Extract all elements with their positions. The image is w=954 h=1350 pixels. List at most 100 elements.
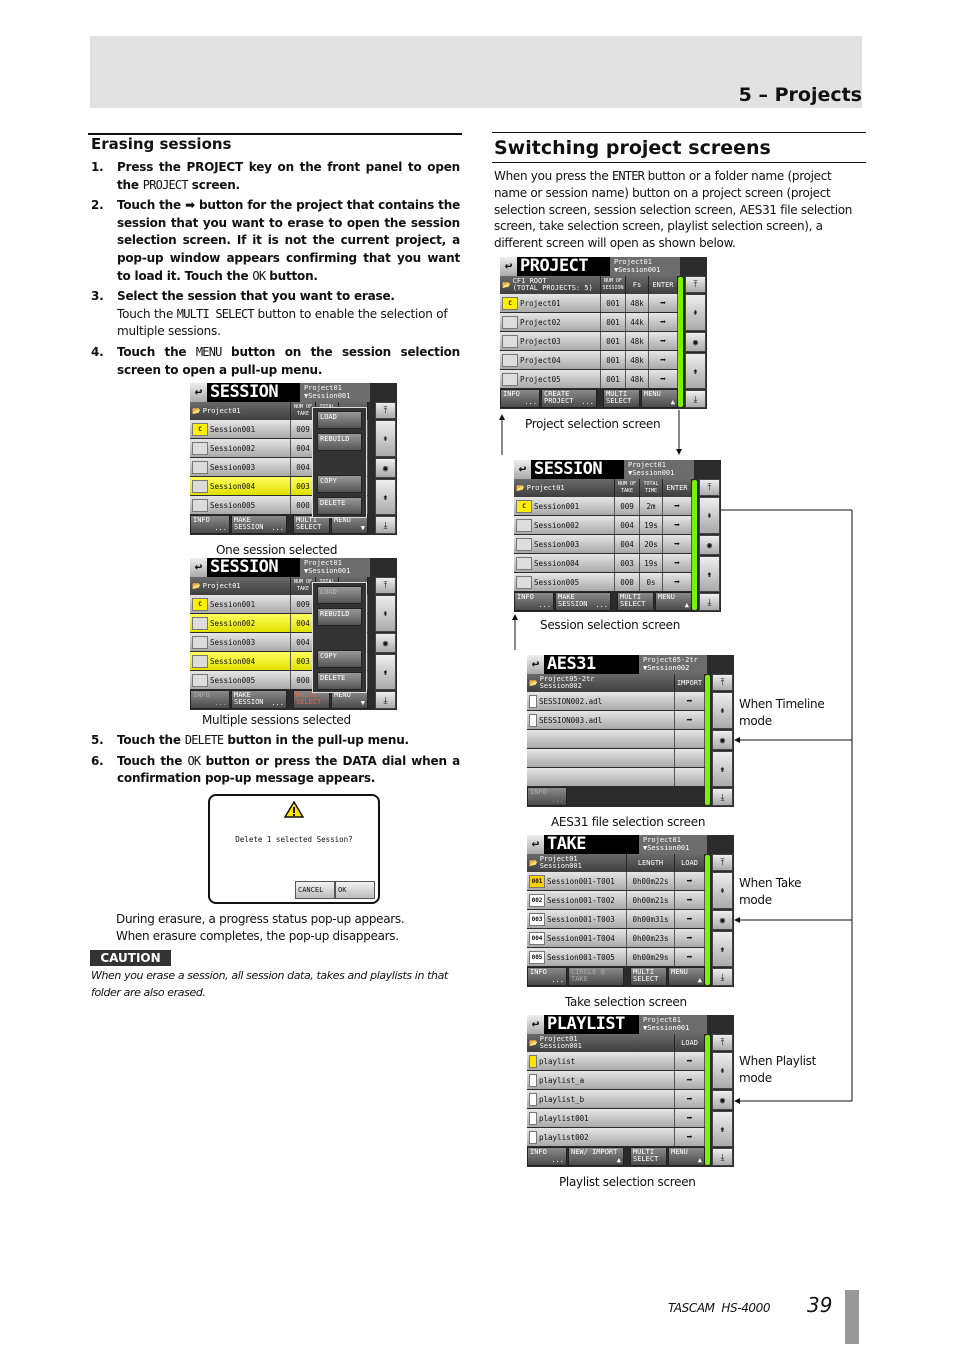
scroll-dial-icon[interactable]: ◉	[685, 332, 706, 352]
scroll-top-icon[interactable]: ⤒	[712, 1034, 733, 1051]
list-item[interactable]: Session005	[190, 671, 291, 689]
info-button[interactable]: INFO...	[527, 787, 567, 806]
page-up-icon[interactable]: ⇞	[375, 420, 396, 457]
page-down-icon[interactable]: ⇟	[712, 751, 733, 787]
page-down-icon[interactable]: ⇟	[712, 1111, 733, 1147]
right-arrow-icon[interactable]: ➡	[675, 872, 705, 890]
current-project-session[interactable]: Project01 ▼Session001	[610, 257, 680, 276]
back-icon[interactable]: ↩	[500, 257, 517, 276]
list-cell[interactable]	[675, 749, 705, 767]
new-import-button[interactable]: NEW/ IMPORT ▲	[568, 1147, 624, 1166]
page-down-icon[interactable]: ⇟	[685, 353, 706, 389]
list-item[interactable]: 002 Session001-T002	[527, 891, 627, 909]
list-item[interactable]: Session005	[514, 573, 615, 591]
menu-button[interactable]: MENU ▲	[655, 592, 692, 611]
current-project-session[interactable]: Project05-2tr ▼Session002	[639, 655, 707, 674]
right-arrow-icon[interactable]: ➡	[663, 554, 692, 572]
scroll-top-icon[interactable]: ⤒	[375, 577, 396, 594]
info-button[interactable]: INFO...	[514, 592, 554, 611]
right-arrow-icon[interactable]: ➡	[663, 535, 692, 553]
folder-header-button[interactable]: 📂 Project01 Session001	[527, 854, 627, 872]
list-item[interactable]: Session002	[190, 439, 291, 457]
menu-item-copy[interactable]: COPY	[317, 650, 362, 668]
back-icon[interactable]: ↩	[527, 1015, 544, 1034]
menu-button[interactable]: MENU ▲	[668, 967, 705, 986]
current-project-session[interactable]: Project01 ▼Session001	[300, 558, 370, 577]
scroll-dial-icon[interactable]: ◉	[375, 633, 396, 653]
list-item[interactable]: Session004	[190, 477, 291, 495]
folder-header-button[interactable]: 📂 CF1 ROOT (TOTAL PROJECTS: 5)	[500, 276, 601, 294]
scroll-top-icon[interactable]: ⤒	[375, 402, 396, 419]
scroll-top-icon[interactable]: ⤒	[699, 479, 720, 496]
menu-item-delete[interactable]: DELETE	[317, 672, 362, 690]
right-arrow-icon[interactable]: ➡	[649, 294, 678, 312]
list-item[interactable]: C Session001	[190, 595, 291, 613]
scroll-top-icon[interactable]: ⤒	[685, 276, 706, 293]
scroll-dial-icon[interactable]: ◉	[375, 458, 396, 478]
list-item[interactable]: 001 Session001-T001	[527, 872, 627, 890]
right-arrow-icon[interactable]: ➡	[675, 711, 705, 729]
list-item[interactable]: Session003	[190, 458, 291, 476]
multi-select-button[interactable]: MULTI SELECT	[630, 967, 667, 986]
folder-header-button[interactable]: 📂 Project01	[190, 577, 291, 595]
scroll-bottom-icon[interactable]: ⤓	[712, 968, 733, 986]
back-icon[interactable]: ↩	[527, 835, 544, 854]
list-item[interactable]: SESSION003.adl	[527, 711, 675, 729]
menu-item-rebuild[interactable]: REBUILD	[317, 608, 362, 626]
list-item[interactable]: Session002	[514, 516, 615, 534]
page-down-icon[interactable]: ⇟	[375, 654, 396, 690]
list-item[interactable]: playlist001	[527, 1109, 675, 1127]
scroll-top-icon[interactable]: ⤒	[712, 854, 733, 871]
list-item[interactable]: Project02	[500, 313, 601, 331]
right-arrow-icon[interactable]: ➡	[649, 351, 678, 369]
list-item[interactable]: 005 Session001-T005	[527, 948, 627, 966]
page-up-icon[interactable]: ⇞	[699, 497, 720, 534]
back-icon[interactable]: ↩	[527, 655, 544, 674]
circle-take-button[interactable]: CIRCLE @ TAKE	[568, 967, 624, 986]
current-project-session[interactable]: Project01 ▼Session001	[639, 835, 707, 854]
right-arrow-icon[interactable]: ➡	[649, 313, 678, 331]
current-project-session[interactable]: Project01 ▼Session001	[639, 1015, 707, 1034]
list-item[interactable]: C Session001	[190, 420, 291, 438]
multi-select-button[interactable]: MULTI SELECT	[603, 389, 640, 408]
list-item[interactable]: 003 Session001-T003	[527, 910, 627, 928]
page-down-icon[interactable]: ⇟	[375, 479, 396, 515]
scroll-bottom-icon[interactable]: ⤓	[375, 516, 396, 534]
list-item[interactable]: playlist_b	[527, 1090, 675, 1108]
list-item[interactable]: Session002	[190, 614, 291, 632]
right-arrow-icon[interactable]: ➡	[675, 1090, 705, 1108]
current-project-session[interactable]: Project01 ▼Session001	[300, 383, 370, 402]
scroll-dial-icon[interactable]: ◉	[712, 910, 733, 930]
right-arrow-icon[interactable]: ➡	[663, 516, 692, 534]
list-item[interactable]: Session004	[190, 652, 291, 670]
folder-header-button[interactable]: 📂 Project01 Session001	[527, 1034, 675, 1052]
menu-button[interactable]: MENU ▲	[668, 1147, 705, 1166]
multi-select-button[interactable]: MULTI SELECT	[630, 1147, 667, 1166]
list-item[interactable]: Project05	[500, 370, 601, 388]
list-item[interactable]	[527, 768, 675, 786]
scroll-dial-icon[interactable]: ◉	[699, 535, 720, 555]
right-arrow-icon[interactable]: ➡	[675, 929, 705, 947]
folder-header-button[interactable]: 📂 Project01	[514, 479, 615, 497]
menu-item-load[interactable]: LOAD	[317, 411, 362, 429]
info-button[interactable]: INFO...	[500, 389, 540, 408]
list-item[interactable]: Project03	[500, 332, 601, 350]
scroll-dial-icon[interactable]: ◉	[712, 730, 733, 750]
folder-header-button[interactable]: 📂 Project01	[190, 402, 291, 420]
scroll-bottom-icon[interactable]: ⤓	[699, 593, 720, 611]
menu-item-load[interactable]: LOAD	[317, 586, 362, 604]
page-down-icon[interactable]: ⇟	[699, 556, 720, 592]
list-item[interactable]: Session003	[514, 535, 615, 553]
right-arrow-icon[interactable]: ➡	[663, 497, 692, 515]
multi-select-button[interactable]: MULTI SELECT	[617, 592, 654, 611]
make-session-button[interactable]: MAKE SESSION...	[555, 592, 611, 611]
list-item[interactable]: C Session001	[514, 497, 615, 515]
info-button[interactable]: INFO...	[527, 1147, 567, 1166]
page-down-icon[interactable]: ⇟	[712, 931, 733, 967]
scroll-bottom-icon[interactable]: ⤓	[712, 1148, 733, 1166]
page-up-icon[interactable]: ⇞	[712, 1052, 733, 1089]
current-project-session[interactable]: Project01 ▼Session001	[624, 460, 694, 479]
list-item[interactable]: C Project01	[500, 294, 601, 312]
right-arrow-icon[interactable]: ➡	[649, 370, 678, 388]
scroll-bottom-icon[interactable]: ⤓	[712, 788, 733, 806]
